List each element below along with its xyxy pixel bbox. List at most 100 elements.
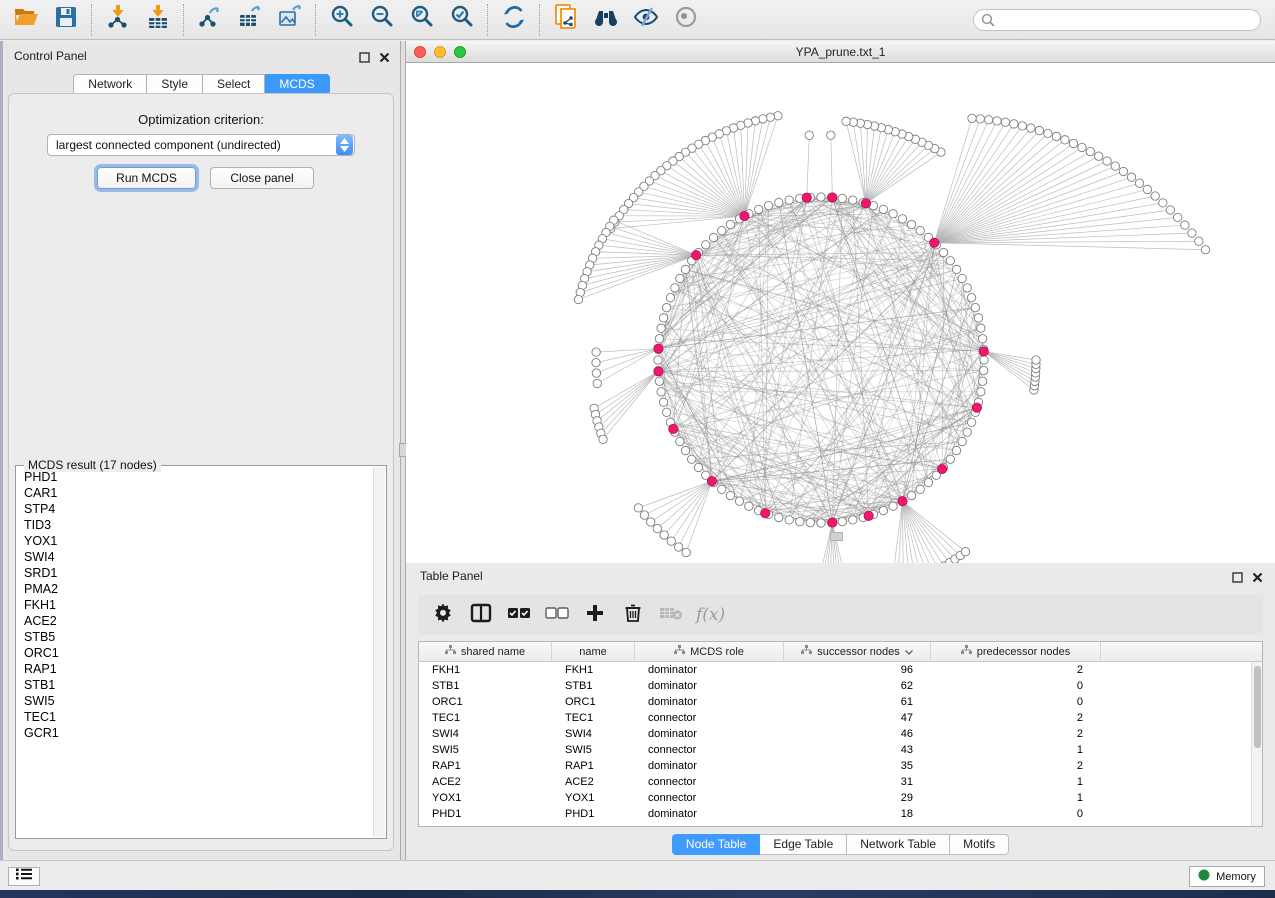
float-panel-icon[interactable]	[1232, 570, 1243, 588]
table-row[interactable]: STB1STB1dominator620	[419, 678, 1262, 694]
save-session-button[interactable]	[46, 3, 86, 37]
mcds-result-item[interactable]: GCR1	[17, 725, 373, 741]
node-table[interactable]: shared namenameMCDS rolesuccessor nodesp…	[418, 641, 1263, 827]
column-header-successor-nodes[interactable]: successor nodes	[784, 642, 931, 661]
mcds-result-item[interactable]: ACE2	[17, 613, 373, 629]
export-image-button[interactable]	[270, 3, 310, 37]
table-row[interactable]: PHD1PHD1dominator180	[419, 806, 1262, 822]
search-input[interactable]	[973, 9, 1261, 31]
table-row[interactable]: YOX1YOX1connector291	[419, 790, 1262, 806]
tab-style[interactable]: Style	[147, 74, 203, 95]
table-row[interactable]: TEC1TEC1connector472	[419, 710, 1262, 726]
table-cell: 0	[931, 808, 1101, 820]
import-table-icon	[145, 4, 171, 35]
run-mcds-button[interactable]: Run MCDS	[97, 167, 196, 189]
table-row[interactable]: FKH1FKH1dominator962	[419, 662, 1262, 678]
show-columns-button[interactable]	[464, 600, 498, 630]
table-cell: 2	[931, 664, 1101, 676]
mcds-result-item[interactable]: ORC1	[17, 645, 373, 661]
hide-selected-button[interactable]	[626, 3, 666, 37]
mcds-result-item[interactable]: TID3	[17, 517, 373, 533]
mcds-result-item[interactable]: STP4	[17, 501, 373, 517]
table-scrollbar[interactable]	[1251, 662, 1262, 826]
column-header-name[interactable]: name	[552, 642, 635, 661]
export-table-button[interactable]	[230, 3, 270, 37]
table-row[interactable]: SWI5SWI5connector431	[419, 742, 1262, 758]
mcds-result-item[interactable]: SWI4	[17, 549, 373, 565]
select-all-button[interactable]	[502, 600, 536, 630]
open-file-button[interactable]	[6, 3, 46, 37]
table-row[interactable]: ACE2ACE2connector311	[419, 774, 1262, 790]
refresh-button[interactable]	[494, 3, 534, 37]
network-window-titlebar[interactable]: YPA_prune.txt_1	[406, 41, 1275, 63]
add-column-button[interactable]	[578, 600, 612, 630]
table-settings-button[interactable]	[426, 600, 460, 630]
close-panel-icon[interactable]	[1252, 570, 1263, 588]
optimization-criterion-select[interactable]: largest connected component (undirected)	[47, 134, 355, 156]
zoom-selected-button[interactable]	[442, 3, 482, 37]
table-cell: ACE2	[419, 776, 552, 788]
selected-option-label: largest connected component (undirected)	[48, 138, 336, 152]
tab-motifs[interactable]: Motifs	[950, 834, 1009, 855]
clone-network-button[interactable]	[546, 3, 586, 37]
mcds-result-item[interactable]: YOX1	[17, 533, 373, 549]
float-panel-icon[interactable]	[359, 50, 370, 68]
memory-label: Memory	[1216, 871, 1256, 883]
mcds-result-item[interactable]: STB5	[17, 629, 373, 645]
mcds-result-item[interactable]: PMA2	[17, 581, 373, 597]
close-panel-icon[interactable]	[379, 50, 390, 68]
table-cell: YOX1	[552, 792, 635, 804]
table-cell: 1	[931, 776, 1101, 788]
mcds-result-item[interactable]: SWI5	[17, 693, 373, 709]
tab-network[interactable]: Network	[73, 74, 147, 95]
table-panel-tabs: Node TableEdge TableNetwork TableMotifs	[406, 834, 1275, 855]
zoom-out-button[interactable]	[362, 3, 402, 37]
table-row[interactable]: SWI4SWI4dominator462	[419, 726, 1262, 742]
mcds-result-item[interactable]: FKH1	[17, 597, 373, 613]
mcds-result-item[interactable]: CAR1	[17, 485, 373, 501]
panel-list-button[interactable]	[8, 867, 40, 886]
toolbar-separator	[315, 4, 317, 36]
optimization-criterion-label: Optimization criterion:	[9, 112, 393, 127]
zoom-fit-button[interactable]	[402, 3, 442, 37]
sort-chevron-icon	[905, 646, 913, 658]
tab-select[interactable]: Select	[203, 74, 265, 95]
export-network-button[interactable]	[190, 3, 230, 37]
table-cell: PHD1	[552, 808, 635, 820]
memory-button[interactable]: Memory	[1189, 866, 1265, 887]
canvas-splitter-handle[interactable]	[830, 532, 843, 541]
zoom-out-icon	[369, 4, 395, 35]
column-header-MCDS-role[interactable]: MCDS role	[635, 642, 784, 661]
delete-column-button[interactable]	[616, 600, 650, 630]
zoom-in-button[interactable]	[322, 3, 362, 37]
column-header-predecessor-nodes[interactable]: predecessor nodes	[931, 642, 1101, 661]
table-row[interactable]: ORC1ORC1dominator610	[419, 694, 1262, 710]
mcds-result-item[interactable]: RAP1	[17, 661, 373, 677]
mcds-result-item[interactable]: PHD1	[17, 469, 373, 485]
table-scrollbar-thumb[interactable]	[1254, 666, 1261, 748]
import-network-button[interactable]	[98, 3, 138, 37]
export-network-icon	[197, 4, 223, 35]
main-toolbar	[0, 0, 1275, 40]
import-table-button[interactable]	[138, 3, 178, 37]
network-canvas[interactable]	[406, 63, 1275, 563]
mcds-result-list[interactable]: PHD1CAR1STP4TID3YOX1SWI4SRD1PMA2FKH1ACE2…	[17, 469, 373, 837]
mcds-list-scrollbar[interactable]	[373, 467, 385, 837]
column-header-shared-name[interactable]: shared name	[419, 642, 552, 661]
table-row[interactable]: RAP1RAP1dominator352	[419, 758, 1262, 774]
mcds-result-item[interactable]: SRD1	[17, 565, 373, 581]
deselect-all-button[interactable]	[540, 600, 574, 630]
plus-icon	[585, 603, 605, 628]
search-network-button[interactable]	[586, 3, 626, 37]
mcds-result-item[interactable]: STB1	[17, 677, 373, 693]
table-cell: ACE2	[552, 776, 635, 788]
tab-mcds[interactable]: MCDS	[265, 74, 329, 95]
close-panel-button[interactable]: Close panel	[210, 167, 314, 189]
namespace-icon	[674, 645, 685, 658]
tab-network-table[interactable]: Network Table	[847, 834, 950, 855]
tab-node-table[interactable]: Node Table	[672, 834, 761, 855]
tab-edge-table[interactable]: Edge Table	[760, 834, 847, 855]
table-toolbar: f(x)	[418, 595, 1263, 635]
show-all-button[interactable]	[666, 3, 706, 37]
mcds-result-item[interactable]: TEC1	[17, 709, 373, 725]
